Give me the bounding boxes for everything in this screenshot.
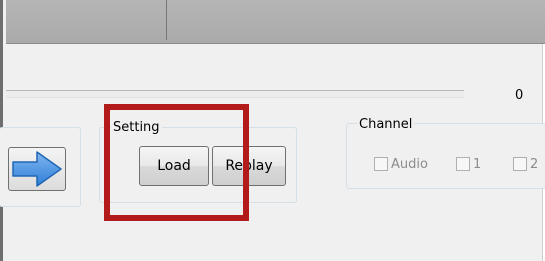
next-button[interactable] xyxy=(8,147,66,191)
arrow-right-icon xyxy=(12,151,62,187)
checkbox-label: 2 xyxy=(530,156,539,172)
checkbox-box[interactable] xyxy=(374,157,388,171)
title-bar xyxy=(6,0,545,44)
checkbox-box[interactable] xyxy=(456,157,470,171)
checkbox-label: Audio xyxy=(391,156,428,172)
highlight-annotation xyxy=(104,104,249,221)
title-bar-divider xyxy=(166,0,167,40)
checkbox-box[interactable] xyxy=(513,157,527,171)
audio-checkbox[interactable]: Audio xyxy=(374,155,428,173)
channel-1-checkbox[interactable]: 1 xyxy=(456,155,481,173)
progress-slider[interactable] xyxy=(6,90,464,98)
progress-value: 0 xyxy=(515,88,524,103)
checkbox-label: 1 xyxy=(473,156,482,172)
channel-2-checkbox[interactable]: 2 xyxy=(513,155,538,173)
application-window: 0 Setting Load Replay Channel Audio 1 2 xyxy=(0,0,545,261)
channel-group-title: Channel xyxy=(357,117,415,132)
